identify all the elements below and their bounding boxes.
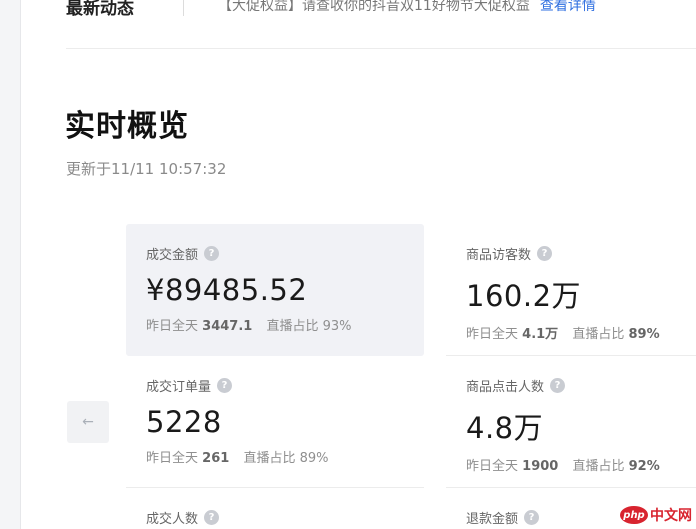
question-circle-icon[interactable]: ?	[204, 246, 220, 261]
metric-card-buyers[interactable]: 成交人数 ?	[126, 488, 424, 529]
yesterday-value: 3447.1	[202, 319, 253, 334]
metric-label-row: 商品点击人数 ?	[466, 376, 696, 395]
metric-sub: 昨日全天 3447.1 直播占比 93%	[146, 315, 424, 334]
metric-label-row: 成交人数 ?	[146, 508, 424, 527]
live-ratio-label: 直播占比	[572, 459, 625, 474]
yesterday-value: 1900	[522, 459, 559, 474]
yesterday-value: 261	[202, 451, 230, 466]
metric-label: 成交订单量	[146, 380, 212, 395]
live-ratio-label: 直播占比	[243, 451, 296, 466]
arrow-left-icon: ←	[82, 414, 94, 430]
yesterday-value: 4.1万	[522, 327, 559, 342]
question-circle-icon[interactable]: ?	[524, 510, 540, 525]
metric-label: 成交人数	[146, 512, 199, 527]
watermark-text: 中文网	[650, 508, 692, 524]
header-divider	[66, 48, 696, 49]
yesterday-label: 昨日全天	[146, 319, 199, 334]
live-ratio-value: 89%	[299, 451, 329, 466]
yesterday-label: 昨日全天	[466, 327, 519, 342]
metric-label-row: 商品访客数 ?	[466, 244, 696, 263]
question-circle-icon[interactable]: ?	[550, 378, 566, 393]
live-ratio-label: 直播占比	[266, 319, 319, 334]
metric-label-row: 成交金额 ?	[146, 244, 424, 263]
metric-card-orders[interactable]: 成交订单量 ? 5228 昨日全天 261 直播占比 89%	[126, 356, 424, 486]
live-ratio-label: 直播占比	[572, 327, 625, 342]
live-ratio-value: 89%	[628, 327, 660, 342]
news-text: 【大促权益】请查收你的抖音双11好物节大促权益	[218, 0, 530, 14]
metric-value: 160.2万	[466, 279, 582, 313]
prev-page-button[interactable]: ←	[67, 401, 109, 443]
news-ticker: 【大促权益】请查收你的抖音双11好物节大促权益 查看详情	[218, 0, 596, 15]
metric-sub: 昨日全天 261 直播占比 89%	[146, 447, 424, 466]
left-sidebar-edge	[0, 0, 21, 529]
news-detail-link[interactable]: 查看详情	[540, 0, 596, 14]
watermark-logo: php	[620, 506, 648, 524]
question-circle-icon[interactable]: ?	[537, 246, 553, 261]
question-circle-icon[interactable]: ?	[217, 378, 233, 393]
metric-value: ¥89485.52	[146, 273, 308, 307]
metric-label-row: 成交订单量 ?	[146, 376, 424, 395]
question-circle-icon[interactable]: ?	[204, 510, 220, 525]
metric-value: 5228	[146, 405, 222, 439]
update-timestamp: 更新于11/11 10:57:32	[66, 160, 227, 178]
live-ratio-value: 92%	[628, 459, 660, 474]
site-watermark: php 中文网	[610, 501, 696, 529]
metric-label: 退款金额	[466, 512, 519, 527]
metric-card-gmv[interactable]: 成交金额 ? ¥89485.52 昨日全天 3447.1 直播占比 93%	[126, 224, 424, 356]
news-label: 最新动态	[66, 0, 134, 19]
yesterday-label: 昨日全天	[146, 451, 199, 466]
yesterday-label: 昨日全天	[466, 459, 519, 474]
metric-label: 商品访客数	[466, 248, 532, 263]
metric-label: 商品点击人数	[466, 380, 545, 395]
metric-card-visitors[interactable]: 商品访客数 ? 160.2万 昨日全天 4.1万 直播占比 89%	[446, 224, 696, 356]
metric-value: 4.8万	[466, 411, 544, 445]
news-divider	[183, 0, 184, 16]
metric-sub: 昨日全天 1900 直播占比 92%	[466, 455, 696, 474]
live-ratio-value: 93%	[322, 319, 352, 334]
page-title: 实时概览	[65, 109, 189, 144]
metric-sub: 昨日全天 4.1万 直播占比 89%	[466, 323, 696, 342]
metric-card-clicks[interactable]: 商品点击人数 ? 4.8万 昨日全天 1900 直播占比 92%	[446, 356, 696, 486]
metric-label: 成交金额	[146, 248, 199, 263]
